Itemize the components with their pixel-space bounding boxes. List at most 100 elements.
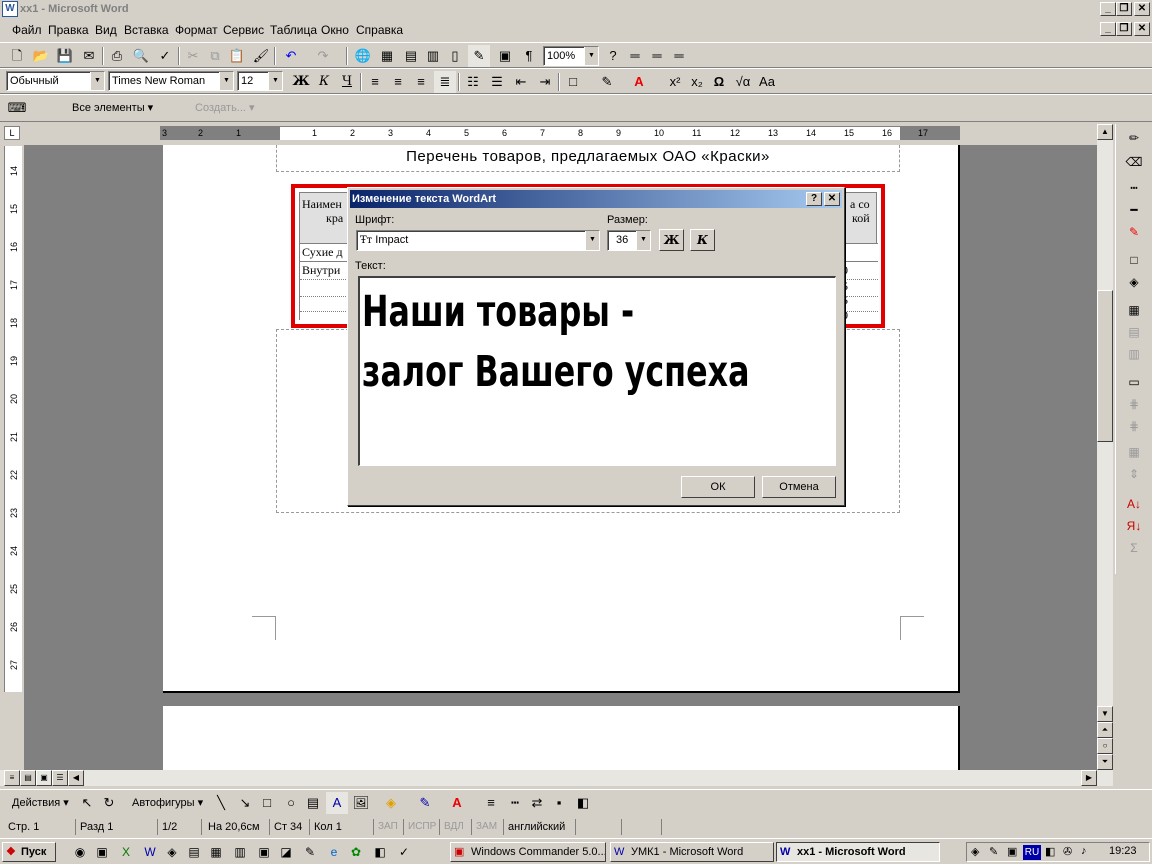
arrow-style-icon[interactable]: ⇄ bbox=[526, 792, 548, 814]
quicklaunch-icon-7[interactable]: ▦ bbox=[208, 844, 224, 860]
scroll-thumb[interactable] bbox=[1097, 290, 1113, 442]
open-icon[interactable]: 📂 bbox=[30, 45, 52, 67]
merge-cells-icon[interactable]: ▤ bbox=[1122, 322, 1146, 342]
status-ovr[interactable]: ЗАМ bbox=[472, 819, 504, 835]
size-combo[interactable]: 12 ▼ bbox=[237, 71, 283, 91]
next-page-icon[interactable]: ⏷ bbox=[1097, 754, 1113, 770]
cancel-button[interactable]: Отмена bbox=[762, 476, 836, 498]
equation-icon[interactable]: √α bbox=[732, 71, 754, 93]
border-icon[interactable]: □ bbox=[562, 71, 584, 93]
insert-excel-icon[interactable]: ▥ bbox=[422, 45, 444, 67]
justify-icon[interactable]: ≣ bbox=[434, 71, 456, 93]
shadow-icon[interactable]: ▪ bbox=[548, 792, 570, 814]
ruler-bar[interactable]: 3 2 1 1 2 3 4 5 6 7 8 9 10 11 12 13 14 15 16 17 bbox=[160, 126, 960, 140]
save-icon[interactable]: 💾 bbox=[54, 45, 76, 67]
menu-help[interactable]: Справка bbox=[354, 23, 405, 37]
spelling-icon[interactable]: ✓ bbox=[154, 45, 176, 67]
increase-indent-icon[interactable]: ⇥ bbox=[534, 71, 556, 93]
email-icon[interactable]: ✉ bbox=[78, 45, 100, 67]
document-map-icon[interactable]: ▣ bbox=[494, 45, 516, 67]
tray-icon-3[interactable]: ▣ bbox=[1007, 845, 1017, 858]
task-windows-commander[interactable]: ▣ Windows Commander 5.0... bbox=[450, 842, 606, 862]
close-button[interactable]: ✕ bbox=[1134, 2, 1150, 16]
tray-icon-1[interactable]: ◈ bbox=[971, 845, 979, 858]
volume-icon[interactable]: ♪ bbox=[1081, 845, 1087, 857]
menu-file[interactable]: Файл bbox=[10, 23, 44, 37]
cut-icon[interactable]: ✂ bbox=[182, 45, 204, 67]
create-dropdown[interactable]: Создать... ▾ bbox=[195, 101, 255, 114]
status-ext[interactable]: ВДЛ bbox=[440, 819, 472, 835]
bold-button[interactable]: Ж bbox=[290, 71, 312, 93]
distribute-columns-icon[interactable]: ⋕ bbox=[1122, 416, 1146, 436]
print-icon[interactable]: ⎙ bbox=[106, 45, 128, 67]
tray-icon-2[interactable]: ✎ bbox=[989, 845, 998, 858]
free-rotate-icon[interactable]: ↻ bbox=[98, 792, 120, 814]
subscript-icon[interactable]: x₂ bbox=[686, 71, 708, 93]
highlight-icon[interactable]: ✎ bbox=[596, 71, 618, 93]
line-tool-icon[interactable]: ╲ bbox=[210, 792, 232, 814]
align-left-icon[interactable]: ≡ bbox=[364, 71, 386, 93]
copy-icon[interactable]: ⧉ bbox=[204, 45, 226, 67]
arrow-tool-icon[interactable]: ↘ bbox=[234, 792, 256, 814]
ok-button[interactable]: ОК bbox=[681, 476, 755, 498]
outline-icon[interactable]: ⌨ bbox=[6, 97, 28, 119]
insert-table-icon[interactable]: ▤ bbox=[400, 45, 422, 67]
tables-borders-icon[interactable]: ▦ bbox=[376, 45, 398, 67]
font-color-icon[interactable]: A bbox=[628, 71, 650, 93]
vertical-ruler[interactable]: 14 15 16 17 18 19 20 21 22 23 24 25 26 27 bbox=[4, 146, 22, 692]
undo-icon[interactable]: ↶ bbox=[280, 45, 302, 67]
new-doc-icon[interactable]: 🗋 bbox=[6, 45, 28, 67]
quicklaunch-icon-1[interactable]: ◉ bbox=[72, 844, 88, 860]
drawing-icon[interactable]: ✎ bbox=[468, 45, 490, 67]
paste-icon[interactable]: 📋 bbox=[226, 45, 248, 67]
tab-selector-icon[interactable]: L bbox=[4, 126, 20, 140]
menu-view[interactable]: Вид bbox=[93, 23, 119, 37]
menu-format[interactable]: Формат bbox=[173, 23, 220, 37]
split-cells-icon[interactable]: ▥ bbox=[1122, 344, 1146, 364]
align-right-icon[interactable]: ≡ bbox=[410, 71, 432, 93]
draw-table-icon[interactable]: ✏ bbox=[1122, 128, 1146, 148]
outline-view-icon[interactable]: ☰ bbox=[52, 770, 68, 786]
quicklaunch-icon-10[interactable]: ◪ bbox=[278, 844, 294, 860]
scroll-down-icon[interactable]: ▼ bbox=[1097, 706, 1113, 722]
font-select[interactable]: Ŧт Impact ▼ bbox=[356, 230, 600, 251]
doc-close-button[interactable]: ✕ bbox=[1134, 22, 1150, 36]
quicklaunch-icon-11[interactable]: ✎ bbox=[302, 844, 318, 860]
task-xx1-word[interactable]: Wхх1 - Microsoft Word bbox=[776, 842, 940, 862]
quicklaunch-icon-2[interactable]: ▣ bbox=[94, 844, 110, 860]
change-case-icon[interactable]: Aa bbox=[756, 71, 778, 93]
ie-icon[interactable]: e bbox=[326, 844, 342, 860]
actions-menu[interactable]: Действия ▾ bbox=[12, 796, 69, 809]
doc-restore-button[interactable]: ❐ bbox=[1116, 22, 1132, 36]
quicklaunch-icon-5[interactable]: ◈ bbox=[164, 844, 180, 860]
eraser-icon[interactable]: ⌫ bbox=[1122, 152, 1146, 172]
browse-object-icon[interactable]: ○ bbox=[1097, 738, 1113, 754]
word-icon[interactable]: W bbox=[2, 1, 18, 17]
3d-icon[interactable]: ◧ bbox=[572, 792, 594, 814]
quicklaunch-icon-13[interactable]: ✿ bbox=[348, 844, 364, 860]
dialog-help-button[interactable]: ? bbox=[806, 192, 822, 206]
outside-border-icon[interactable]: □ bbox=[1122, 250, 1146, 270]
wordart-tool-icon[interactable]: A bbox=[326, 792, 348, 814]
dash-style-icon[interactable]: ┅ bbox=[504, 792, 526, 814]
quicklaunch-icon-15[interactable]: ✓ bbox=[396, 844, 412, 860]
insert-table-side-icon[interactable]: ▦ bbox=[1122, 300, 1146, 320]
help-icon[interactable]: ? bbox=[602, 45, 624, 67]
status-trk[interactable]: ИСПР bbox=[404, 819, 440, 835]
shading-color-icon[interactable]: ◈ bbox=[1122, 272, 1146, 292]
restore-button[interactable]: ❐ bbox=[1116, 2, 1132, 16]
size-select[interactable]: 36 ▼ bbox=[607, 230, 651, 251]
underline-button[interactable]: Ч bbox=[336, 71, 358, 93]
line-weight-icon[interactable]: ━ bbox=[1122, 200, 1146, 220]
decrease-indent-icon[interactable]: ⇤ bbox=[510, 71, 532, 93]
border-color-icon[interactable]: ✎ bbox=[1122, 222, 1146, 242]
fill-color-icon[interactable]: ◈ bbox=[380, 792, 402, 814]
columns-icon[interactable]: ▯ bbox=[444, 45, 466, 67]
scroll-left-icon[interactable]: ◀ bbox=[68, 770, 84, 786]
insert-picture-icon[interactable]: 🖼 bbox=[350, 792, 372, 814]
align-center-icon[interactable]: ≡ bbox=[387, 71, 409, 93]
textbox-tool-icon[interactable]: ▤ bbox=[302, 792, 324, 814]
scroll-up-icon[interactable]: ▲ bbox=[1097, 124, 1113, 140]
distribute-rows-icon[interactable]: ⋕ bbox=[1122, 394, 1146, 414]
status-rec[interactable]: ЗАП bbox=[374, 819, 404, 835]
